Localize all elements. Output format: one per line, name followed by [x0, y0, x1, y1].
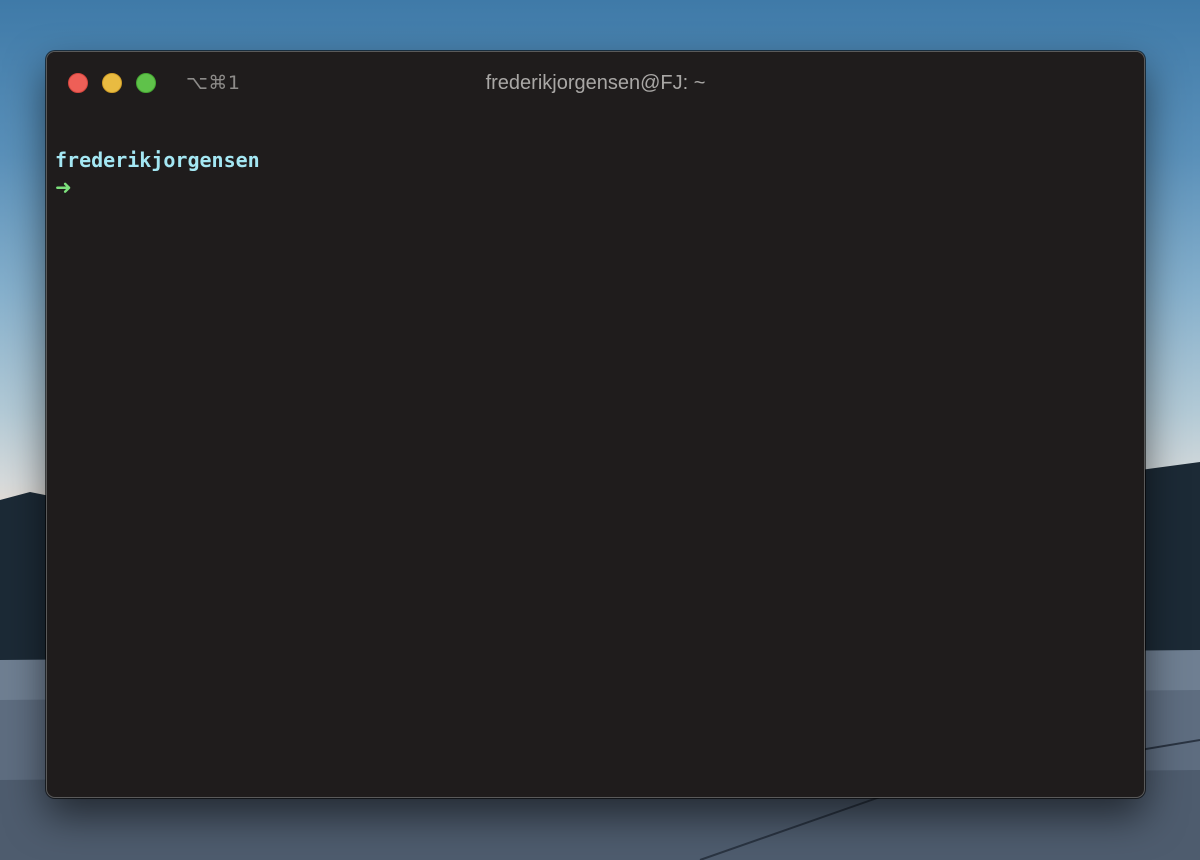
terminal-window: ⌥⌘1 frederikjorgensen@FJ: ~ frederikjorg…	[46, 51, 1145, 798]
prompt-arrow-icon: ➜	[55, 175, 72, 199]
prompt-username: frederikjorgensen	[55, 148, 260, 172]
title-bar[interactable]: ⌥⌘1 frederikjorgensen@FJ: ~	[47, 52, 1144, 112]
terminal-content[interactable]: frederikjorgensen ➜	[47, 112, 1144, 797]
window-title: frederikjorgensen@FJ: ~	[485, 72, 706, 94]
